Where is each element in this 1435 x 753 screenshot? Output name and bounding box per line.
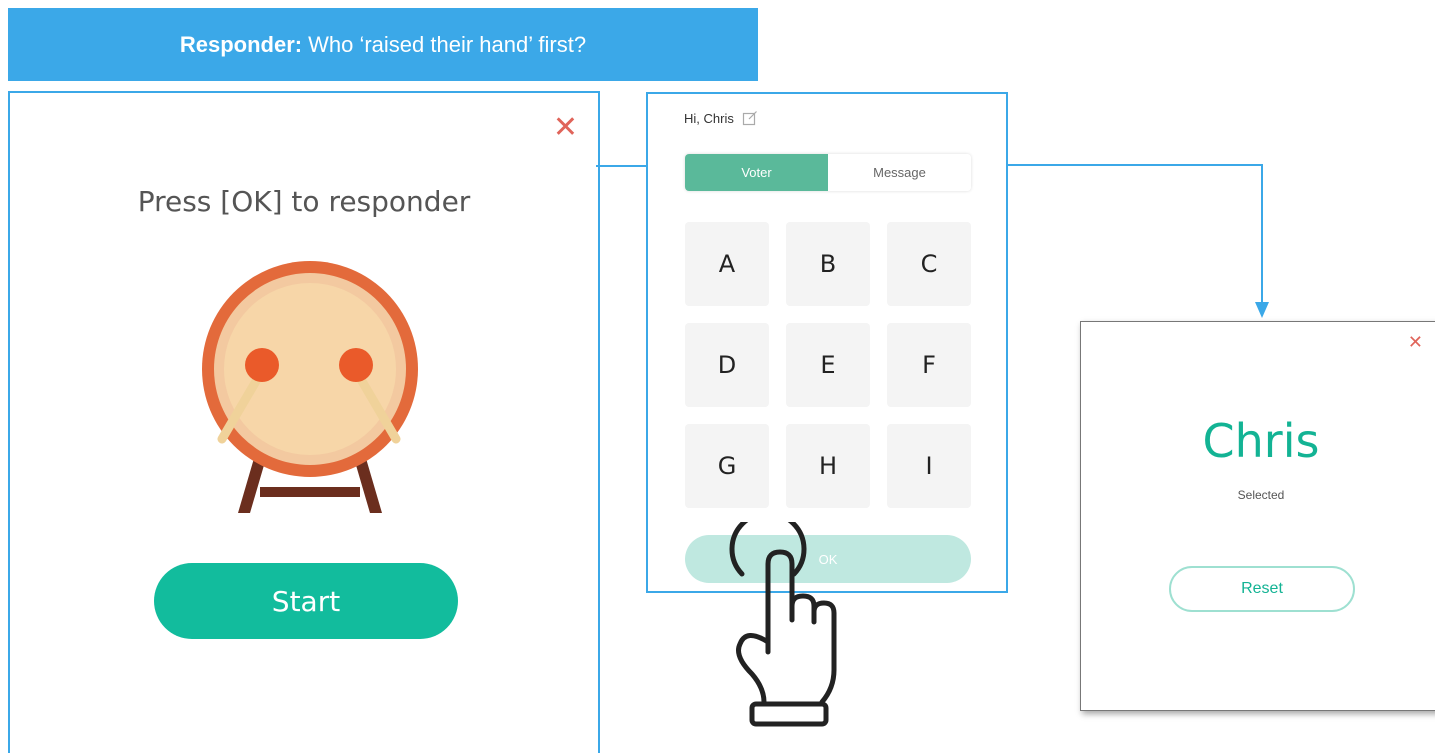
greeting-row: Hi, Chris xyxy=(684,110,758,126)
close-icon[interactable]: ✕ xyxy=(553,113,578,143)
close-icon[interactable]: ✕ xyxy=(1408,334,1423,352)
key-h[interactable]: H xyxy=(786,424,870,508)
winner-name: Chris xyxy=(1202,414,1320,468)
key-d[interactable]: D xyxy=(685,323,769,407)
start-button[interactable]: Start xyxy=(154,563,458,639)
banner-text: Who ‘raised their hand’ first? xyxy=(308,31,587,57)
responder-prompt: Press [OK] to responder xyxy=(137,185,471,218)
responder-panel: ✕ Press [OK] to responder Start xyxy=(8,91,600,753)
connector-line-left xyxy=(596,165,648,167)
drum-icon xyxy=(202,261,418,513)
arrow-head-icon xyxy=(1255,302,1269,318)
voter-tabs: Voter Message xyxy=(685,154,971,191)
key-e[interactable]: E xyxy=(786,323,870,407)
answer-key-grid: A B C D E F G H I xyxy=(685,222,971,508)
key-c[interactable]: C xyxy=(887,222,971,306)
edit-icon[interactable] xyxy=(742,110,758,126)
voter-panel: Hi, Chris Voter Message A B C D E F G H … xyxy=(646,92,1008,593)
key-b[interactable]: B xyxy=(786,222,870,306)
key-a[interactable]: A xyxy=(685,222,769,306)
banner-label: Responder: xyxy=(179,31,303,57)
reset-button[interactable]: Reset xyxy=(1169,566,1355,612)
tab-voter[interactable]: Voter xyxy=(685,154,828,191)
header-banner: Responder: Who ‘raised their hand’ first… xyxy=(8,8,758,81)
key-i[interactable]: I xyxy=(887,424,971,508)
connector-line-right xyxy=(1005,164,1263,166)
pointing-hand-icon xyxy=(729,522,837,727)
tab-message[interactable]: Message xyxy=(828,154,971,191)
result-panel: ✕ Chris Selected Reset xyxy=(1080,321,1435,711)
key-g[interactable]: G xyxy=(685,424,769,508)
greeting-text: Hi, Chris xyxy=(684,110,734,126)
selected-label: Selected xyxy=(1237,488,1285,502)
key-f[interactable]: F xyxy=(887,323,971,407)
connector-line-down xyxy=(1261,164,1263,304)
